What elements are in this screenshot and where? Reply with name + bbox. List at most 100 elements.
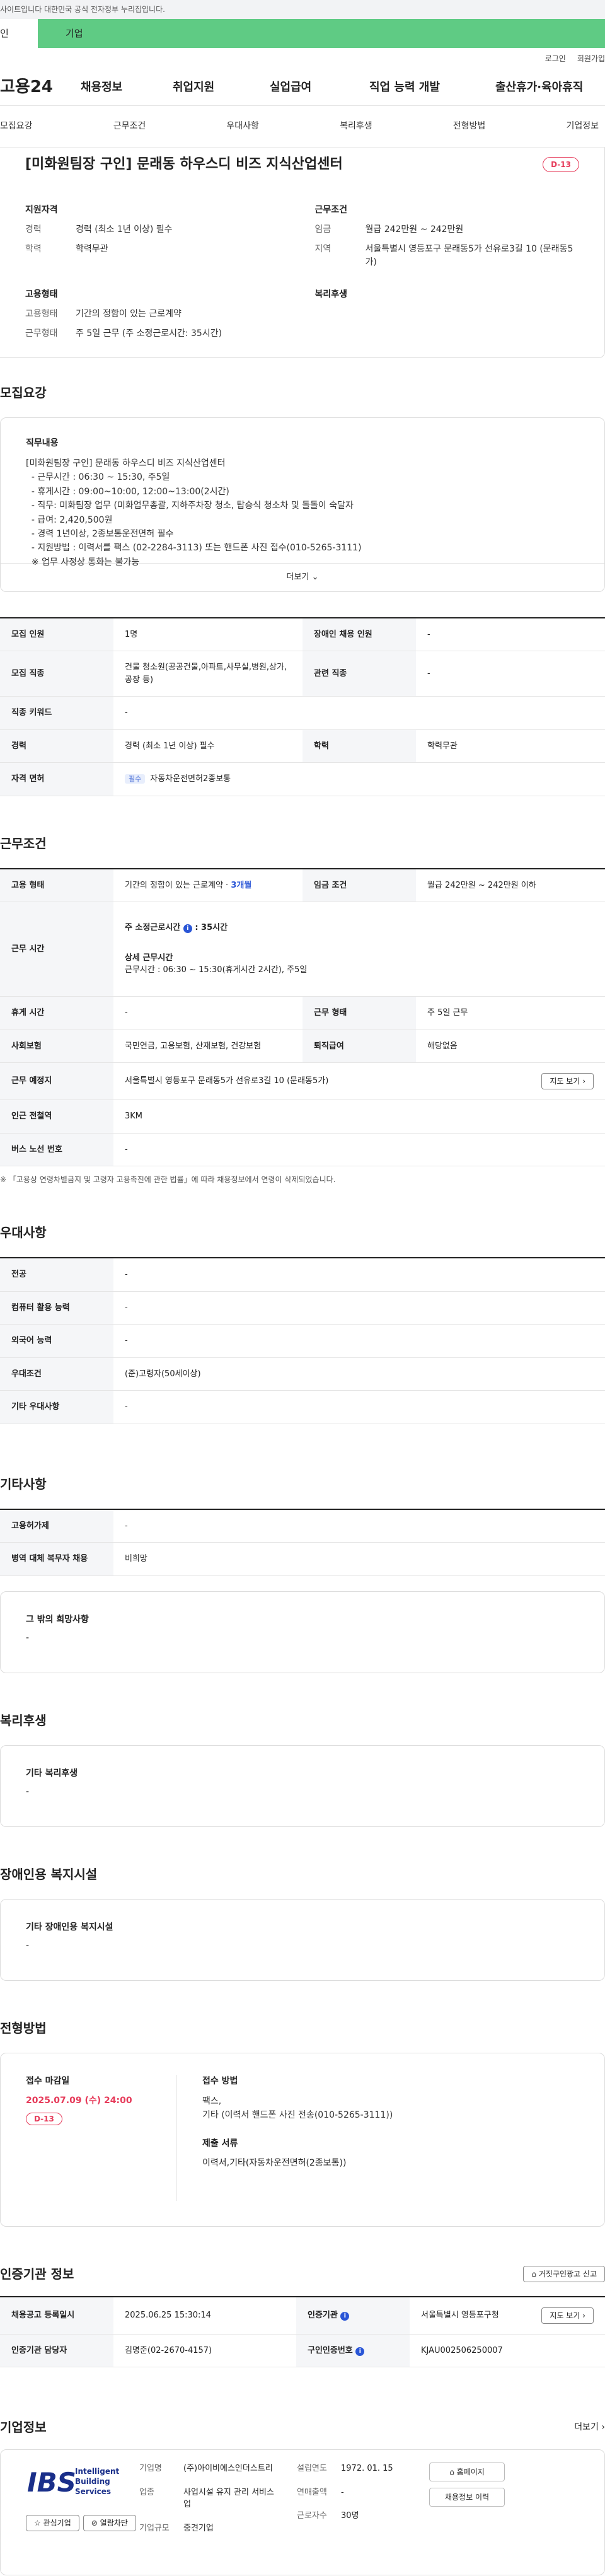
screening-card: 접수 마감일 2025.07.09 (수) 24:00 D-13 접수 방법 팩…	[0, 2052, 605, 2227]
disability-heading: 기타 장애인용 복지시설	[26, 1922, 113, 1932]
table-header: 인증기관 담당자	[0, 2334, 113, 2367]
table-row: 병역 대체 복무자 채용 비희망	[0, 1542, 605, 1576]
signup-link[interactable]: 회원가입	[577, 53, 605, 69]
gnb-item-vocational-training[interactable]: 직업 능력 개발	[369, 79, 495, 96]
method-heading: 접수 방법	[202, 2075, 238, 2086]
agency-map-button[interactable]: 지도 보기 ›	[541, 2307, 594, 2324]
false-ad-report-button[interactable]: ⌂ 거짓구인광고 신고	[523, 2265, 605, 2282]
table-row: 버스 노선 번호 -	[0, 1133, 605, 1166]
disability-card: 기타 장애인용 복지시설 -	[0, 1898, 605, 1981]
table-cell: -	[113, 1291, 605, 1325]
anchor-preferences[interactable]: 우대사항	[226, 120, 259, 133]
tab-personal[interactable]: 인	[0, 19, 38, 48]
gnb-item-unemployment-benefit[interactable]: 실업급여	[270, 79, 369, 96]
age-notice: ※ 「고용상 연령차별금지 및 고령자 고용촉진에 관한 법률」에 따라 채용정…	[0, 1175, 336, 1184]
job-history-button[interactable]: 채용정보 이력	[429, 2488, 505, 2507]
table-header: 우대조건	[0, 1357, 113, 1391]
table-header: 직종 키워드	[0, 696, 113, 730]
info-icon[interactable]: i	[183, 924, 192, 934]
table-header: 전공	[0, 1258, 113, 1292]
work-table: 고용 형태 기간의 정함이 있는 근로계약 · 3개월 임금 조건 월급 242…	[0, 867, 605, 1167]
dday-badge: D-13	[543, 156, 579, 172]
more-label: 더보기	[286, 572, 309, 582]
company-key: 연매출액	[297, 2487, 327, 2497]
table-row: 채용공고 등록일시 2025.06.25 15:30:14 인증기관 i 서울특…	[0, 2296, 605, 2335]
gnb-item-employment-support[interactable]: 취업지원	[173, 79, 270, 96]
table-cell: (준)고령자(50세이상)	[113, 1357, 605, 1391]
block-label: 열람차단	[100, 2519, 128, 2527]
table-cell: 3KM	[113, 1099, 605, 1134]
gnb-item-jobs[interactable]: 채용정보	[81, 79, 173, 96]
emp-value: 주 5일 근무 (주 소정근로시간: 35시간)	[76, 328, 222, 339]
ibs-logo-icon: IBS Intelligent Building Services	[26, 2463, 119, 2500]
company-value: 중견기업	[183, 2523, 214, 2533]
site-logo[interactable]: 고용24	[0, 75, 81, 100]
weekly-hours-value: : 35시간	[195, 923, 228, 933]
table-cell: 서울특별시 영등포구청 지도 보기 ›	[410, 2296, 605, 2335]
login-link[interactable]: 로그인	[545, 53, 566, 69]
table-header: 사회보험	[0, 1030, 113, 1063]
table-header: 고용허가제	[0, 1509, 113, 1543]
map-view-button[interactable]: 지도 보기 ›	[541, 1073, 594, 1089]
more-label: 더보기	[574, 2422, 599, 2432]
welfare-card: 기타 복리후생 -	[0, 1744, 605, 1827]
detail-hours-value: 근무시간 : 06:30 ~ 15:30(휴게시간 2시간), 주5일	[125, 965, 308, 975]
company-value: 30명	[341, 2511, 359, 2521]
table-row: 직종 키워드 -	[0, 696, 605, 730]
block-icon: ⊘	[91, 2519, 98, 2527]
table-header: 인증기관 i	[296, 2296, 410, 2335]
table-header: 경력	[0, 729, 113, 763]
qual-key: 경력	[25, 224, 42, 235]
job-title: [미화원팀장 구인] 문래동 하우스디 비즈 지식산업센터	[25, 156, 343, 172]
info-icon[interactable]: i	[340, 2311, 350, 2321]
chevron-down-icon: ⌄	[311, 572, 319, 582]
section-title-preferences: 우대사항	[0, 1225, 47, 1240]
deadline-block: 접수 마감일 2025.07.09 (수) 24:00 D-13	[26, 2074, 177, 2201]
info-icon[interactable]: i	[355, 2347, 365, 2356]
anchor-recruit[interactable]: 모집요강	[0, 120, 33, 133]
table-header: 근무 형태	[302, 996, 416, 1030]
table-row: 고용허가제 -	[0, 1509, 605, 1543]
anchor-screening[interactable]: 전형방법	[453, 120, 486, 133]
company-more-link[interactable]: 더보기 ›	[574, 2421, 605, 2434]
table-row: 고용 형태 기간의 정함이 있는 근로계약 · 3개월 임금 조건 월급 242…	[0, 868, 605, 902]
license-value: 자동차운전면허2종보통	[150, 774, 231, 784]
home-outline-icon: ⌂	[531, 2269, 537, 2278]
section-title-recruit: 모집요강	[0, 385, 47, 400]
tab-company[interactable]: 기업	[38, 19, 605, 48]
table-header: 인근 전철역	[0, 1099, 113, 1134]
table-row: 경력 경력 (최소 1년 이상) 필수 학력 학력무관	[0, 729, 605, 763]
anchor-welfare[interactable]: 복리후생	[340, 120, 372, 133]
section-title-work: 근무조건	[0, 835, 47, 851]
homepage-label: 홈페이지	[456, 2468, 485, 2476]
table-header: 외국어 능력	[0, 1324, 113, 1358]
section-title-disability: 장애인용 복지시설	[0, 1866, 98, 1882]
other-wishes-value: -	[26, 1632, 30, 1643]
table-cell: -	[113, 1324, 605, 1358]
qual-key: 학력	[25, 244, 42, 254]
gnb-item-parental-leave[interactable]: 출산휴가·육아휴직	[495, 79, 592, 96]
table-header: 채용공고 등록일시	[0, 2296, 113, 2335]
company-value: 1972. 01. 15	[341, 2464, 393, 2473]
recruit-table: 모집 인원 1명 장애인 채용 인원 - 모집 직종 건물 청소원(공공건물,아…	[0, 617, 605, 796]
condition-block: 근무조건 임금 월급 242만원 ~ 242만원 지역 서울특별시 영등포구 문래동…	[315, 204, 580, 276]
table-cell: -	[113, 1133, 605, 1166]
table-header: 장애인 채용 인원	[302, 617, 416, 651]
table-header: 근무 시간	[0, 902, 113, 997]
table-header: 병역 대체 복무자 채용	[0, 1542, 113, 1576]
anchor-work-conditions[interactable]: 근무조건	[113, 120, 146, 133]
table-header: 관련 직종	[302, 651, 416, 697]
block-view-button[interactable]: ⊘ 열람차단	[83, 2515, 136, 2531]
cond-value: 월급 242만원 ~ 242만원	[365, 224, 464, 235]
table-cell: -	[416, 651, 605, 697]
table-header: 학력	[302, 729, 416, 763]
logo-line-2: Building	[75, 2477, 110, 2486]
table-header: 구인인증번호 i	[296, 2334, 410, 2367]
other-wishes-card: 그 밖의 희망사항 -	[0, 1591, 605, 1673]
map-button-label: 지도 보기	[550, 2311, 580, 2320]
table-row: 근무 예정지 서울특별시 영등포구 문래동5가 선유로3길 10 (문래동5가)…	[0, 1062, 605, 1100]
favorite-company-button[interactable]: ☆ 관심기업	[26, 2515, 79, 2531]
anchor-company[interactable]: 기업정보	[566, 120, 599, 133]
homepage-button[interactable]: ⌂ 홈페이지	[429, 2463, 505, 2481]
employment-heading: 고용형태	[25, 289, 58, 299]
